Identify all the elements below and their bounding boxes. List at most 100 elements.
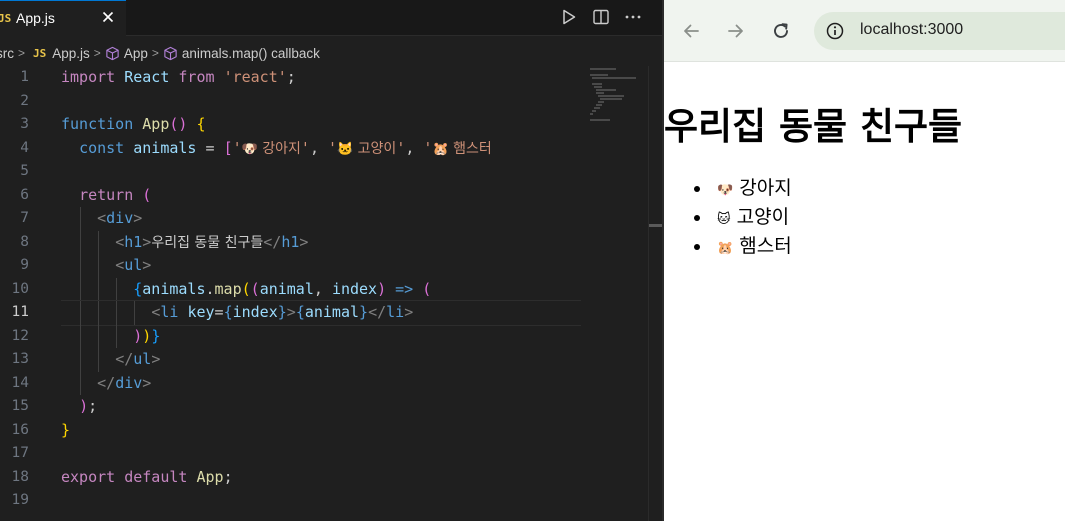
list-item: 🐱 고양이 — [694, 203, 792, 232]
indent-guide — [80, 348, 81, 372]
indent-guide — [116, 277, 117, 301]
dog-emoji-icon: 🐶 — [717, 183, 734, 198]
code-line[interactable]: export default App; — [61, 466, 581, 490]
minimap-line — [592, 110, 596, 112]
minimap-line — [600, 98, 622, 100]
line-number: 12 — [11, 327, 29, 344]
code-line[interactable]: return ( — [61, 184, 581, 208]
code-line[interactable]: ); — [61, 395, 581, 419]
js-file-icon: JS — [33, 46, 47, 60]
minimap-line — [596, 104, 602, 106]
browser-window: localhost:3000 우리집 동물 친구들 🐶 강아지 🐱 고양이 🐹 … — [664, 0, 1065, 521]
line-number: 10 — [11, 280, 29, 297]
code-line[interactable] — [61, 160, 581, 184]
line-number: 16 — [11, 421, 29, 438]
code-line[interactable]: <div> — [61, 207, 581, 231]
indent-guide — [98, 301, 99, 325]
indent-guide — [98, 254, 99, 278]
animal-list: 🐶 강아지 🐱 고양이 🐹 햄스터 — [694, 174, 792, 261]
minimap[interactable] — [582, 66, 648, 521]
list-item: 🐶 강아지 — [694, 174, 792, 203]
line-number: 3 — [20, 116, 29, 132]
address-bar[interactable]: localhost:3000 — [814, 12, 1065, 50]
list-item-label: 햄스터 — [739, 235, 792, 257]
info-icon[interactable] — [826, 22, 844, 40]
line-number: 1 — [20, 69, 29, 85]
indent-guide — [134, 301, 135, 325]
split-editor-icon[interactable] — [592, 8, 610, 26]
list-item: 🐹 햄스터 — [694, 232, 792, 261]
hamster-emoji-icon: 🐹 — [717, 241, 734, 256]
scrollbar-cursor-marker — [649, 224, 662, 227]
cube-icon — [164, 46, 177, 60]
line-number-active: 11 — [11, 304, 29, 320]
minimap-line — [590, 113, 593, 115]
code-line[interactable]: const animals = ['🐶 강아지', '🐱 고양이', '🐹 햄스… — [61, 137, 581, 161]
js-file-icon: JS — [0, 12, 12, 25]
line-number: 8 — [20, 233, 29, 250]
code-area[interactable]: import React from 'react'; function App(… — [61, 66, 581, 513]
code-line[interactable]: </ul> — [61, 348, 581, 372]
code-line[interactable]: import React from 'react'; — [61, 66, 581, 90]
code-line[interactable] — [61, 489, 581, 513]
code-line[interactable]: </div> — [61, 371, 581, 395]
url-text[interactable]: localhost:3000 — [860, 21, 963, 39]
editor-scrollbar[interactable] — [648, 66, 662, 521]
line-number: 7 — [20, 210, 29, 226]
line-number: 13 — [11, 351, 29, 367]
minimap-line — [594, 107, 600, 109]
indent-guide — [98, 230, 99, 254]
code-line[interactable]: <ul> — [61, 254, 581, 278]
rendered-page: 우리집 동물 친구들 🐶 강아지 🐱 고양이 🐹 햄스터 — [664, 62, 1065, 521]
chevron-right-icon: > — [93, 46, 101, 60]
forward-arrow-icon[interactable] — [725, 20, 747, 42]
breadcrumb-item-file[interactable]: JS App.js — [29, 46, 90, 61]
reload-icon[interactable] — [770, 20, 792, 42]
minimap-line — [592, 83, 602, 85]
breadcrumb-item-callback[interactable]: animals.map() callback — [163, 46, 320, 61]
code-line[interactable] — [61, 442, 581, 466]
list-item-label: 강아지 — [739, 177, 792, 199]
indent-guide — [98, 277, 99, 301]
line-number: 6 — [20, 186, 29, 203]
list-item-label: 고양이 — [736, 206, 790, 228]
run-play-icon[interactable] — [560, 8, 578, 26]
minimap-line — [592, 77, 636, 79]
code-line[interactable]: ))} — [61, 324, 581, 348]
indent-guide — [80, 254, 81, 278]
indent-guide — [80, 324, 81, 348]
breadcrumb-item-app[interactable]: App — [105, 46, 148, 61]
editor-tab-bar: JS App.js — [0, 0, 662, 36]
minimap-line — [590, 68, 616, 70]
line-number: 17 — [11, 445, 29, 461]
line-number: 9 — [20, 257, 29, 273]
close-icon[interactable] — [100, 9, 116, 25]
indent-guide — [98, 324, 99, 348]
minimap-line — [598, 101, 604, 103]
minimap-line — [596, 89, 616, 91]
tab-app-js[interactable]: JS App.js — [0, 0, 126, 36]
line-number: 5 — [20, 163, 29, 179]
indent-guide — [80, 207, 81, 231]
browser-toolbar: localhost:3000 — [664, 0, 1065, 62]
indent-guide — [80, 371, 81, 395]
indent-guide — [116, 324, 117, 348]
indent-guide — [116, 301, 117, 325]
minimap-line — [598, 95, 624, 97]
code-editor[interactable]: JS App.js src > JS App.js > — [0, 0, 662, 521]
minimap-line — [590, 74, 608, 76]
code-line-current[interactable]: <li key={index}>{animal}</li> — [61, 300, 581, 326]
cube-icon — [106, 46, 119, 60]
line-number: 2 — [20, 92, 29, 109]
code-line[interactable]: {animals.map((animal, index) => ( — [61, 277, 581, 301]
breadcrumb-item-src[interactable]: src — [0, 46, 14, 61]
back-arrow-icon[interactable] — [680, 20, 702, 42]
code-line[interactable]: <h1>우리집 동물 친구들</h1> — [61, 230, 581, 254]
more-actions-icon[interactable] — [624, 8, 642, 26]
tab-label: App.js — [16, 10, 55, 26]
code-line[interactable] — [61, 90, 581, 114]
indent-guide — [80, 301, 81, 325]
code-line[interactable]: function App() { — [61, 113, 581, 137]
chevron-right-icon: > — [151, 46, 159, 60]
code-line[interactable]: } — [61, 419, 581, 443]
